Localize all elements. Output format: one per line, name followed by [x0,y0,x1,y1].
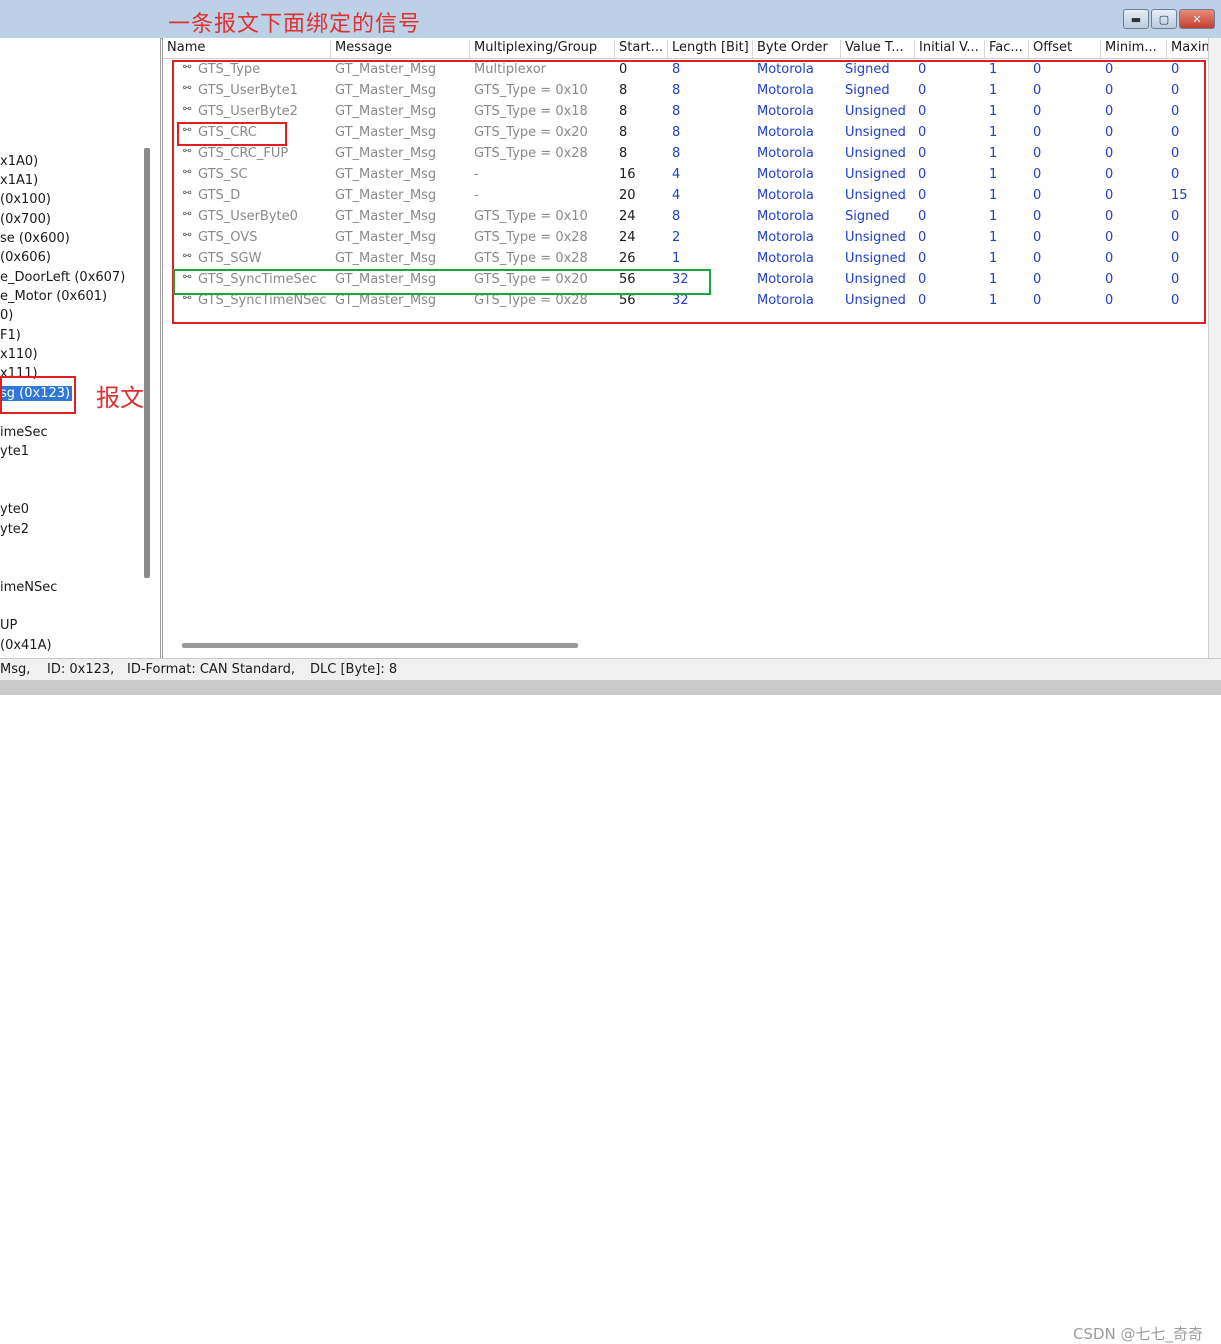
vertical-scroll-track[interactable] [1208,38,1221,658]
column-header-offset[interactable]: Offset [1029,40,1101,58]
horizontal-scrollbar[interactable] [182,643,578,648]
tree-item[interactable]: e_Motor (0x601) [0,289,107,304]
taskbar-strip [0,680,1221,695]
tree-item[interactable]: (0x41A) [0,638,52,653]
column-header-message[interactable]: Message [331,40,470,58]
watermark: CSDN @七七_奇奇 [1072,1325,1203,1343]
column-header-multiplexing[interactable]: Multiplexing/Group [470,40,615,58]
status-message-name: Msg, [0,662,31,677]
tree-item[interactable]: 0) [0,308,13,323]
message-highlight-box [0,376,76,414]
tree-item[interactable]: yte1 [0,444,29,459]
tree-item[interactable]: imeNSec [0,580,57,595]
minimize-button[interactable]: ▬ [1123,9,1149,29]
column-header-byte-order[interactable]: Byte Order [753,40,841,58]
tree-item[interactable]: imeSec [0,425,48,440]
tree-item[interactable]: UP [0,618,17,633]
tree-item[interactable]: (0x700) [0,212,51,227]
tree-item[interactable]: x1A1) [0,173,38,188]
annotation-title: 一条报文下面绑定的信号 [168,12,422,37]
column-header-factor[interactable]: Fac... [985,40,1029,58]
column-header-length[interactable]: Length [Bit] [668,40,753,58]
tree-item[interactable]: (0x100) [0,192,51,207]
window-controls: ▬ ▢ ✕ [1123,9,1215,29]
tree-item[interactable]: yte2 [0,522,29,537]
synctimesec-highlight-box [173,269,711,295]
tree-item[interactable]: se (0x600) [0,231,70,246]
tree-scrollbar[interactable] [144,148,150,578]
tree-item[interactable]: x1A0) [0,154,38,169]
message-tree-pane: x1A0) x1A1) (0x100) (0x700) se (0x600) (… [0,38,161,658]
window-titlebar: 一条报文下面绑定的信号 ▬ ▢ ✕ [0,0,1221,39]
header-divider [163,58,1208,59]
crc-highlight-box [177,122,287,146]
column-header-value-type[interactable]: Value T... [841,40,915,58]
tree-item[interactable]: yte0 [0,502,29,517]
tree-item[interactable]: x110) [0,347,38,362]
tree-item[interactable]: e_DoorLeft (0x607) [0,270,125,285]
tree-item[interactable]: F1) [0,328,21,343]
status-id: ID: 0x123, [47,662,115,677]
column-header-minimum[interactable]: Minim... [1101,40,1167,58]
column-header-initial-value[interactable]: Initial V... [915,40,985,58]
status-dlc: DLC [Byte]: 8 [310,662,398,677]
status-bar: Msg, ID: 0x123, ID-Format: CAN Standard,… [0,658,1221,1343]
column-header-name[interactable]: Name [163,40,331,58]
column-header-maximum[interactable]: Maxin [1167,40,1208,58]
column-header-start[interactable]: Start... [615,40,668,58]
status-id-format: ID-Format: CAN Standard, [127,662,295,677]
close-button[interactable]: ✕ [1179,9,1215,29]
annotation-message-label: 报文 [96,384,144,412]
maximize-button[interactable]: ▢ [1151,9,1177,29]
tree-item[interactable]: (0x606) [0,250,51,265]
